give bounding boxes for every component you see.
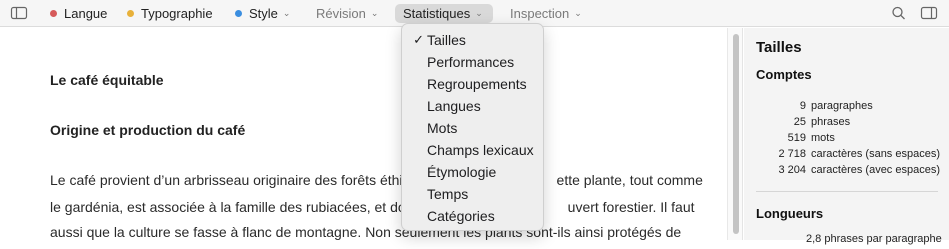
checkmark-icon: ✓ xyxy=(413,32,424,47)
count-row: 519 mots xyxy=(787,132,835,144)
tab-revision[interactable]: Révision ⌄ xyxy=(316,0,378,27)
statistiques-dropdown-menu: ✓ Tailles Performances Regroupements Lan… xyxy=(401,23,544,231)
menu-item-etymologie[interactable]: Étymologie xyxy=(402,161,543,183)
tab-label: Inspection xyxy=(510,6,570,21)
menu-item-categories[interactable]: Catégories xyxy=(402,205,543,227)
count-row: 3 204 caractères (avec espaces) xyxy=(778,164,940,176)
tab-label: Statistiques xyxy=(403,6,471,21)
menu-item-regroupements[interactable]: Regroupements xyxy=(402,73,543,95)
tab-langue[interactable]: Langue xyxy=(50,0,107,27)
menu-item-temps[interactable]: Temps xyxy=(402,183,543,205)
count-row: 25 phrases xyxy=(793,116,851,128)
menu-item-mots[interactable]: Mots xyxy=(402,117,543,139)
tab-label: Style xyxy=(249,6,278,21)
count-row: 9 paragraphes xyxy=(799,100,873,112)
menu-item-tailles[interactable]: ✓ Tailles xyxy=(402,29,543,51)
menu-item-langues[interactable]: Langues xyxy=(402,95,543,117)
document-title: Le café équitable xyxy=(50,72,164,88)
menu-item-champs-lexicaux[interactable]: Champs lexicaux xyxy=(402,139,543,161)
section-heading: Origine et production du café xyxy=(50,122,246,138)
scrollbar-thumb[interactable] xyxy=(733,34,739,234)
menu-item-performances[interactable]: Performances xyxy=(402,51,543,73)
chevron-down-icon: ⌄ xyxy=(475,8,483,18)
sidebar-icon[interactable] xyxy=(10,5,28,21)
tab-label: Langue xyxy=(64,6,108,21)
stats-sidebar: Tailles Comptes 9 paragraphes 25 phrases 5… xyxy=(744,28,949,245)
tab-label: Révision xyxy=(316,6,366,21)
chevron-down-icon: ⌄ xyxy=(370,8,379,18)
langue-dot-icon xyxy=(50,10,57,17)
paragraph-line: Le café provient d’un arbrisseau origina… xyxy=(50,172,703,188)
chevron-down-icon: ⌄ xyxy=(282,8,291,18)
tab-style[interactable]: Style ⌄ xyxy=(235,0,290,27)
search-icon[interactable] xyxy=(890,5,908,21)
inspector-icon[interactable] xyxy=(920,5,938,21)
length-row: 2,8 phrases par paragraphe xyxy=(806,233,942,245)
style-dot-icon xyxy=(235,10,242,17)
paragraph-line: aussi que la culture se fasse à flanc de… xyxy=(50,224,682,240)
tab-label: Typographie xyxy=(141,6,213,21)
sidebar-title: Tailles xyxy=(756,39,802,56)
longueurs-heading: Longueurs xyxy=(756,206,824,221)
comptes-heading: Comptes xyxy=(756,67,812,82)
chevron-down-icon: ⌄ xyxy=(574,8,582,18)
document-editor[interactable]: Le café équitable Origine et production … xyxy=(0,28,727,240)
count-row: 2 718 caractères (sans espaces) xyxy=(778,148,940,160)
typographie-dot-icon xyxy=(127,10,134,17)
paragraph-line: le gardénia, est associée à la famille d… xyxy=(50,199,695,215)
scrollbar[interactable] xyxy=(727,28,743,240)
tab-typographie[interactable]: Typographie xyxy=(127,0,213,27)
sidebar-divider xyxy=(756,191,938,192)
